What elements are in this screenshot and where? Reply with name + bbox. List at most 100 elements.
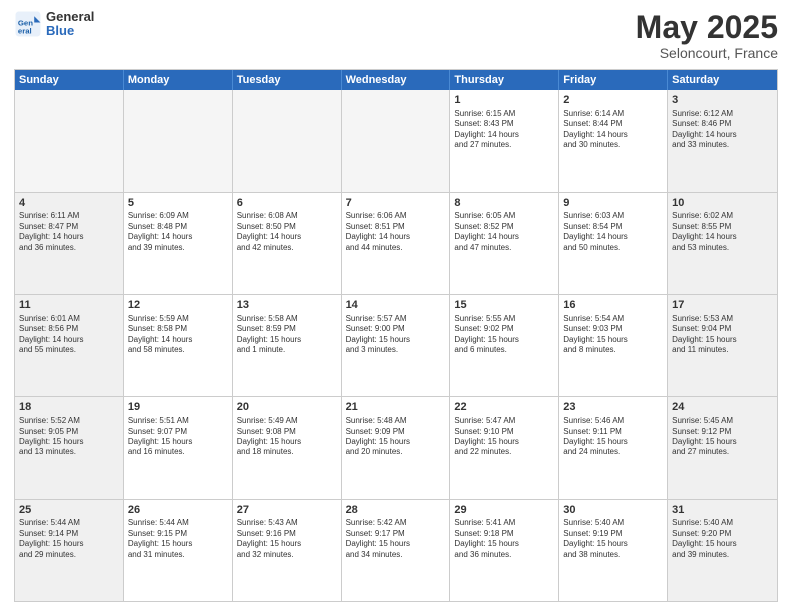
cell-daylight-text: Sunrise: 6:11 AM Sunset: 8:47 PM Dayligh…: [19, 211, 119, 253]
cell-daylight-text: Sunrise: 5:48 AM Sunset: 9:09 PM Dayligh…: [346, 416, 446, 458]
calendar-cell: 12Sunrise: 5:59 AM Sunset: 8:58 PM Dayli…: [124, 295, 233, 396]
calendar-cell: 10Sunrise: 6:02 AM Sunset: 8:55 PM Dayli…: [668, 193, 777, 294]
cell-daylight-text: Sunrise: 5:40 AM Sunset: 9:20 PM Dayligh…: [672, 518, 773, 560]
day-number: 8: [454, 196, 554, 211]
day-number: 4: [19, 196, 119, 211]
cell-daylight-text: Sunrise: 5:46 AM Sunset: 9:11 PM Dayligh…: [563, 416, 663, 458]
calendar-cell: 14Sunrise: 5:57 AM Sunset: 9:00 PM Dayli…: [342, 295, 451, 396]
calendar-cell: 19Sunrise: 5:51 AM Sunset: 9:07 PM Dayli…: [124, 397, 233, 498]
cell-daylight-text: Sunrise: 5:44 AM Sunset: 9:14 PM Dayligh…: [19, 518, 119, 560]
cell-daylight-text: Sunrise: 5:54 AM Sunset: 9:03 PM Dayligh…: [563, 314, 663, 356]
calendar-cell: 23Sunrise: 5:46 AM Sunset: 9:11 PM Dayli…: [559, 397, 668, 498]
header-tuesday: Tuesday: [233, 70, 342, 90]
cell-daylight-text: Sunrise: 6:09 AM Sunset: 8:48 PM Dayligh…: [128, 211, 228, 253]
calendar-row-5: 25Sunrise: 5:44 AM Sunset: 9:14 PM Dayli…: [15, 499, 777, 601]
day-number: 28: [346, 503, 446, 518]
calendar-cell: 24Sunrise: 5:45 AM Sunset: 9:12 PM Dayli…: [668, 397, 777, 498]
calendar-cell: 6Sunrise: 6:08 AM Sunset: 8:50 PM Daylig…: [233, 193, 342, 294]
calendar-cell: 15Sunrise: 5:55 AM Sunset: 9:02 PM Dayli…: [450, 295, 559, 396]
day-number: 24: [672, 400, 773, 415]
day-number: 15: [454, 298, 554, 313]
cell-daylight-text: Sunrise: 5:45 AM Sunset: 9:12 PM Dayligh…: [672, 416, 773, 458]
day-number: 20: [237, 400, 337, 415]
cell-daylight-text: Sunrise: 5:42 AM Sunset: 9:17 PM Dayligh…: [346, 518, 446, 560]
cell-daylight-text: Sunrise: 6:14 AM Sunset: 8:44 PM Dayligh…: [563, 109, 663, 151]
location: Seloncourt, France: [636, 45, 778, 61]
calendar-cell: 31Sunrise: 5:40 AM Sunset: 9:20 PM Dayli…: [668, 500, 777, 601]
calendar-row-1: 1Sunrise: 6:15 AM Sunset: 8:43 PM Daylig…: [15, 90, 777, 191]
calendar-cell: 21Sunrise: 5:48 AM Sunset: 9:09 PM Dayli…: [342, 397, 451, 498]
calendar: Sunday Monday Tuesday Wednesday Thursday…: [14, 69, 778, 602]
cell-daylight-text: Sunrise: 6:15 AM Sunset: 8:43 PM Dayligh…: [454, 109, 554, 151]
day-number: 30: [563, 503, 663, 518]
day-number: 9: [563, 196, 663, 211]
day-number: 12: [128, 298, 228, 313]
calendar-cell: 18Sunrise: 5:52 AM Sunset: 9:05 PM Dayli…: [15, 397, 124, 498]
cell-daylight-text: Sunrise: 5:47 AM Sunset: 9:10 PM Dayligh…: [454, 416, 554, 458]
calendar-cell: [15, 90, 124, 191]
day-number: 5: [128, 196, 228, 211]
calendar-cell: 11Sunrise: 6:01 AM Sunset: 8:56 PM Dayli…: [15, 295, 124, 396]
calendar-cell: 9Sunrise: 6:03 AM Sunset: 8:54 PM Daylig…: [559, 193, 668, 294]
cell-daylight-text: Sunrise: 5:41 AM Sunset: 9:18 PM Dayligh…: [454, 518, 554, 560]
day-number: 6: [237, 196, 337, 211]
calendar-cell: 17Sunrise: 5:53 AM Sunset: 9:04 PM Dayli…: [668, 295, 777, 396]
header-saturday: Saturday: [668, 70, 777, 90]
day-number: 19: [128, 400, 228, 415]
calendar-cell: [124, 90, 233, 191]
cell-daylight-text: Sunrise: 5:43 AM Sunset: 9:16 PM Dayligh…: [237, 518, 337, 560]
calendar-cell: 27Sunrise: 5:43 AM Sunset: 9:16 PM Dayli…: [233, 500, 342, 601]
day-number: 16: [563, 298, 663, 313]
cell-daylight-text: Sunrise: 6:05 AM Sunset: 8:52 PM Dayligh…: [454, 211, 554, 253]
calendar-cell: 30Sunrise: 5:40 AM Sunset: 9:19 PM Dayli…: [559, 500, 668, 601]
day-number: 17: [672, 298, 773, 313]
day-number: 1: [454, 93, 554, 108]
day-number: 11: [19, 298, 119, 313]
cell-daylight-text: Sunrise: 5:53 AM Sunset: 9:04 PM Dayligh…: [672, 314, 773, 356]
day-number: 3: [672, 93, 773, 108]
calendar-cell: 8Sunrise: 6:05 AM Sunset: 8:52 PM Daylig…: [450, 193, 559, 294]
title-block: May 2025 Seloncourt, France: [636, 10, 778, 61]
month-title: May 2025: [636, 10, 778, 45]
cell-daylight-text: Sunrise: 5:55 AM Sunset: 9:02 PM Dayligh…: [454, 314, 554, 356]
day-number: 23: [563, 400, 663, 415]
header-monday: Monday: [124, 70, 233, 90]
header-friday: Friday: [559, 70, 668, 90]
calendar-cell: 28Sunrise: 5:42 AM Sunset: 9:17 PM Dayli…: [342, 500, 451, 601]
day-number: 27: [237, 503, 337, 518]
logo: Gen eral General Blue: [14, 10, 94, 39]
cell-daylight-text: Sunrise: 6:06 AM Sunset: 8:51 PM Dayligh…: [346, 211, 446, 253]
header: Gen eral General Blue May 2025 Seloncour…: [14, 10, 778, 61]
cell-daylight-text: Sunrise: 5:40 AM Sunset: 9:19 PM Dayligh…: [563, 518, 663, 560]
logo-text: General Blue: [46, 10, 94, 39]
day-number: 31: [672, 503, 773, 518]
calendar-cell: 29Sunrise: 5:41 AM Sunset: 9:18 PM Dayli…: [450, 500, 559, 601]
header-sunday: Sunday: [15, 70, 124, 90]
cell-daylight-text: Sunrise: 5:59 AM Sunset: 8:58 PM Dayligh…: [128, 314, 228, 356]
day-number: 13: [237, 298, 337, 313]
calendar-row-2: 4Sunrise: 6:11 AM Sunset: 8:47 PM Daylig…: [15, 192, 777, 294]
calendar-row-3: 11Sunrise: 6:01 AM Sunset: 8:56 PM Dayli…: [15, 294, 777, 396]
header-wednesday: Wednesday: [342, 70, 451, 90]
cell-daylight-text: Sunrise: 5:57 AM Sunset: 9:00 PM Dayligh…: [346, 314, 446, 356]
calendar-row-4: 18Sunrise: 5:52 AM Sunset: 9:05 PM Dayli…: [15, 396, 777, 498]
cell-daylight-text: Sunrise: 5:51 AM Sunset: 9:07 PM Dayligh…: [128, 416, 228, 458]
calendar-cell: 4Sunrise: 6:11 AM Sunset: 8:47 PM Daylig…: [15, 193, 124, 294]
calendar-cell: 26Sunrise: 5:44 AM Sunset: 9:15 PM Dayli…: [124, 500, 233, 601]
page: Gen eral General Blue May 2025 Seloncour…: [0, 0, 792, 612]
cell-daylight-text: Sunrise: 6:12 AM Sunset: 8:46 PM Dayligh…: [672, 109, 773, 151]
header-thursday: Thursday: [450, 70, 559, 90]
cell-daylight-text: Sunrise: 6:08 AM Sunset: 8:50 PM Dayligh…: [237, 211, 337, 253]
calendar-cell: 20Sunrise: 5:49 AM Sunset: 9:08 PM Dayli…: [233, 397, 342, 498]
calendar-cell: [342, 90, 451, 191]
day-number: 14: [346, 298, 446, 313]
day-number: 21: [346, 400, 446, 415]
cell-daylight-text: Sunrise: 5:49 AM Sunset: 9:08 PM Dayligh…: [237, 416, 337, 458]
day-number: 26: [128, 503, 228, 518]
day-number: 7: [346, 196, 446, 211]
cell-daylight-text: Sunrise: 5:44 AM Sunset: 9:15 PM Dayligh…: [128, 518, 228, 560]
cell-daylight-text: Sunrise: 6:02 AM Sunset: 8:55 PM Dayligh…: [672, 211, 773, 253]
calendar-header: Sunday Monday Tuesday Wednesday Thursday…: [15, 70, 777, 90]
cell-daylight-text: Sunrise: 5:58 AM Sunset: 8:59 PM Dayligh…: [237, 314, 337, 356]
calendar-cell: 22Sunrise: 5:47 AM Sunset: 9:10 PM Dayli…: [450, 397, 559, 498]
